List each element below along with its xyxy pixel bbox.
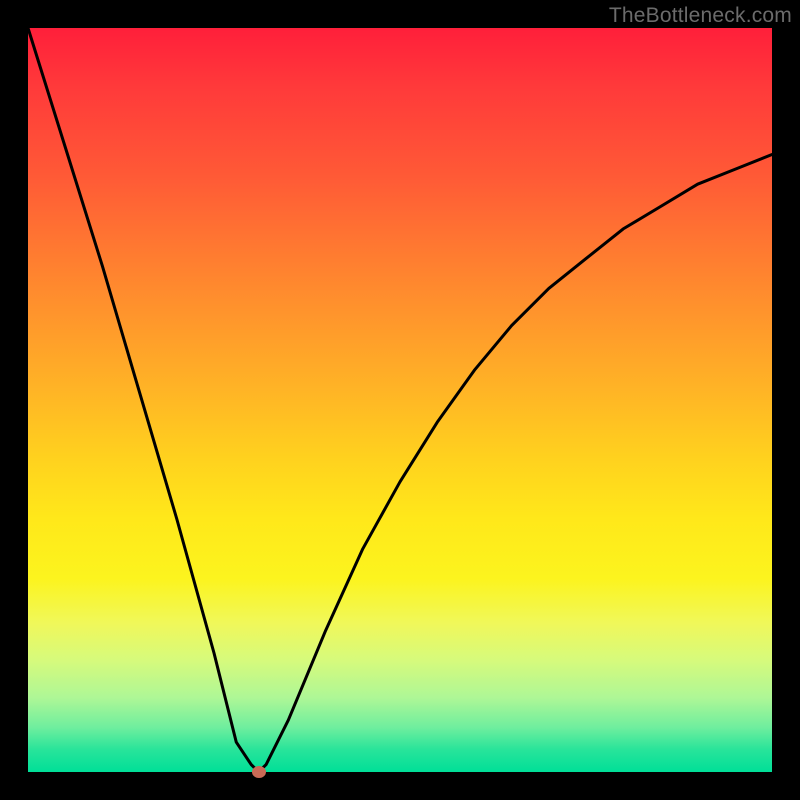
chart-frame: TheBottleneck.com — [0, 0, 800, 800]
plot-area — [28, 28, 772, 772]
minimum-marker — [252, 766, 266, 778]
bottleneck-curve — [28, 28, 772, 772]
watermark-text: TheBottleneck.com — [609, 4, 792, 28]
